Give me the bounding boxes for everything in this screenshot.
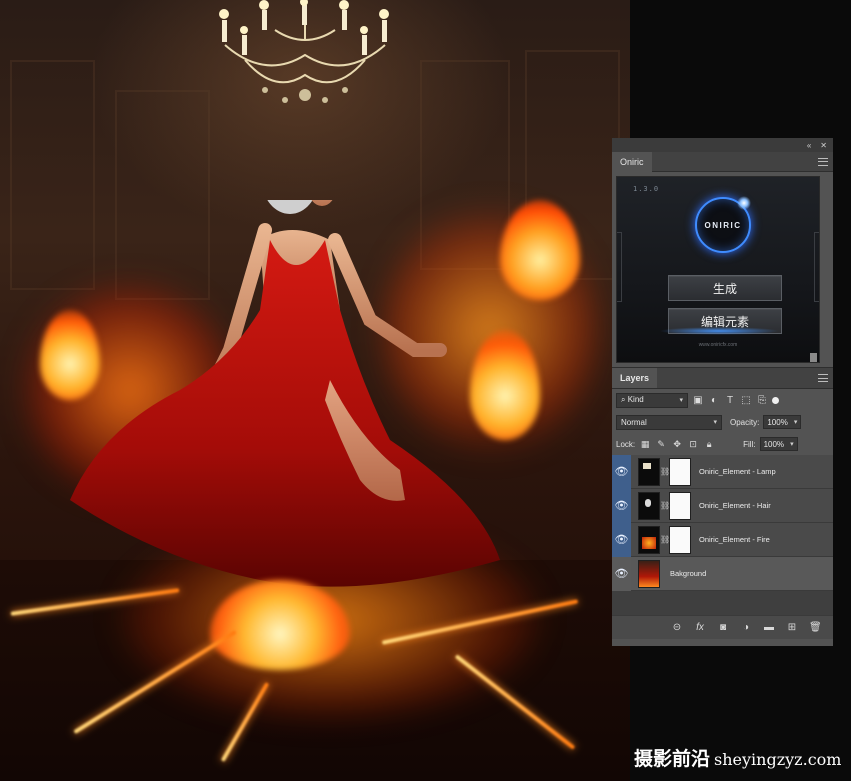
filter-pixel-icon[interactable]: ▣ [692, 394, 704, 406]
chevron-down-icon: ▾ [793, 419, 798, 426]
red-dress-figure [70, 200, 500, 587]
photoshop-panels: « ✕ Oniric 1.3.0 ONIRIC 生成 编辑元素 www.onir… [612, 138, 833, 646]
filter-adjustment-icon[interactable]: ◐ [708, 394, 720, 406]
lock-position-icon[interactable]: ✥ [671, 438, 683, 450]
link-icon: ⛓ [660, 467, 671, 476]
close-icon[interactable]: ✕ [820, 141, 827, 150]
fx-icon[interactable]: fx [694, 622, 706, 633]
eye-icon[interactable]: 👁︎ [612, 522, 631, 557]
layer-name: Oniric_Element - Hair [699, 501, 771, 510]
oniric-logo: ONIRIC [695, 196, 751, 253]
fill-value: 100% [763, 439, 785, 449]
decorative-bracket [617, 232, 622, 302]
lock-transparent-icon[interactable]: ▦ [639, 438, 651, 450]
blend-mode-value: Normal [621, 417, 647, 427]
chandelier-image [219, 0, 389, 103]
eye-icon[interactable]: 👁︎ [612, 556, 631, 591]
filter-kind-label: Kind [627, 395, 644, 404]
layer-name: Oniric_Element - Lamp [699, 467, 776, 476]
lock-artboard-icon[interactable]: ⊡ [687, 438, 699, 450]
link-layers-icon[interactable]: ⊝ [671, 622, 683, 633]
layer-row[interactable]: 👁︎ ⛓ Oniric_Element - Lamp [612, 454, 833, 489]
blend-row: Normal ▾ Opacity: 100% ▾ [612, 411, 833, 433]
eye-icon[interactable]: 👁︎ [612, 454, 631, 489]
lock-row: Lock: ▦ ✎ ✥ ⊡ 🔒︎ Fill: 100% ▾ [612, 433, 833, 455]
eye-icon[interactable]: 👁︎ [612, 488, 631, 523]
layer-mask-thumbnail[interactable] [669, 491, 691, 520]
search-icon: ⌕ [621, 395, 626, 404]
opacity-value: 100% [767, 417, 788, 427]
screen: « ✕ Oniric 1.3.0 ONIRIC 生成 编辑元素 www.onir… [0, 0, 851, 781]
oniric-tab-bar: Oniric [612, 151, 833, 172]
generate-button[interactable]: 生成 [668, 275, 782, 301]
layers-list: 👁︎ ⛓ Oniric_Element - Lamp 👁︎ ⛓ Oniric_E… [612, 454, 833, 615]
tab-layers[interactable]: Layers [612, 368, 658, 388]
layer-thumbnail [638, 457, 660, 486]
watermark: 摄影前沿 sheyingzyz.com [634, 744, 841, 771]
layer-name: Oniric_Element - Fire [699, 535, 770, 544]
link-icon: ⛓ [660, 535, 671, 544]
panel-menu-icon[interactable] [818, 157, 828, 166]
blue-glow-decoration [659, 327, 779, 335]
panel-menu-icon[interactable] [818, 374, 828, 382]
add-mask-icon[interactable]: ◙ [717, 622, 729, 633]
blend-mode-select[interactable]: Normal ▾ [616, 414, 722, 430]
oniric-plugin-ui: 1.3.0 ONIRIC 生成 编辑元素 www.oniricfx.com [616, 176, 820, 363]
layers-tab-bar: Layers [612, 367, 833, 389]
layer-row[interactable]: 👁︎ ⛓ Oniric_Element - Hair [612, 488, 833, 523]
folder-icon[interactable]: ▬ [763, 622, 775, 633]
canvas-artwork [0, 0, 630, 781]
lock-all-icon[interactable]: 🔒︎ [703, 438, 715, 450]
filter-kind-select[interactable]: ⌕ Kind ▾ [616, 392, 688, 408]
oniric-logo-text: ONIRIC [704, 220, 742, 230]
layer-mask-thumbnail[interactable] [669, 457, 691, 486]
fill-label: Fill: [743, 439, 756, 449]
decorative-bracket [814, 232, 819, 302]
layer-filter-row: ⌕ Kind ▾ ▣ ◐ T ⬚ ⎘ [612, 389, 833, 411]
lock-paint-icon[interactable]: ✎ [655, 438, 667, 450]
layer-thumbnail [638, 491, 660, 520]
layers-footer: ⊝ fx ◙ ◑ ▬ ⊞ 🗑︎ [612, 615, 833, 639]
fill-field[interactable]: 100% ▾ [759, 437, 798, 451]
chevron-down-icon: ▾ [679, 397, 683, 404]
link-icon: ⛓ [660, 501, 671, 510]
collapse-icon[interactable]: « [807, 141, 811, 150]
layer-row[interactable]: 👁︎ ⛓ Oniric_Element - Fire [612, 522, 833, 557]
layer-name: Bakground [670, 569, 707, 578]
tab-oniric[interactable]: Oniric [612, 151, 652, 172]
opacity-label: Opacity: [730, 417, 760, 427]
scrollbar-thumb[interactable] [810, 353, 817, 362]
layer-mask-thumbnail[interactable] [669, 525, 691, 554]
trash-icon[interactable]: 🗑︎ [809, 622, 822, 633]
chevron-down-icon: ▾ [790, 441, 794, 448]
watermark-domain: sheyingzyz.com [714, 750, 842, 769]
adjustment-layer-icon[interactable]: ◑ [740, 622, 752, 633]
filter-type-icon[interactable]: T [724, 394, 736, 406]
filter-smart-object-icon[interactable]: ⎘ [756, 394, 768, 406]
filter-shape-icon[interactable]: ⬚ [740, 394, 752, 406]
layer-thumbnail [638, 525, 660, 554]
new-layer-icon[interactable]: ⊞ [786, 622, 798, 633]
logo-flare [737, 196, 751, 210]
filter-toggle[interactable] [772, 396, 779, 404]
lock-label: Lock: [616, 439, 636, 449]
opacity-field[interactable]: 100% ▾ [763, 415, 802, 429]
layer-thumbnail [638, 559, 660, 588]
oniric-version: 1.3.0 [633, 185, 660, 193]
watermark-chinese: 摄影前沿 [634, 748, 711, 770]
oniric-url: www.oniricfx.com [698, 342, 738, 348]
oniric-panel: 1.3.0 ONIRIC 生成 编辑元素 www.oniricfx.com [612, 172, 833, 367]
chevron-down-icon: ▾ [713, 419, 717, 426]
panel-dock-header: « ✕ [612, 138, 833, 152]
layer-row[interactable]: 👁︎ Bakground [612, 556, 833, 591]
